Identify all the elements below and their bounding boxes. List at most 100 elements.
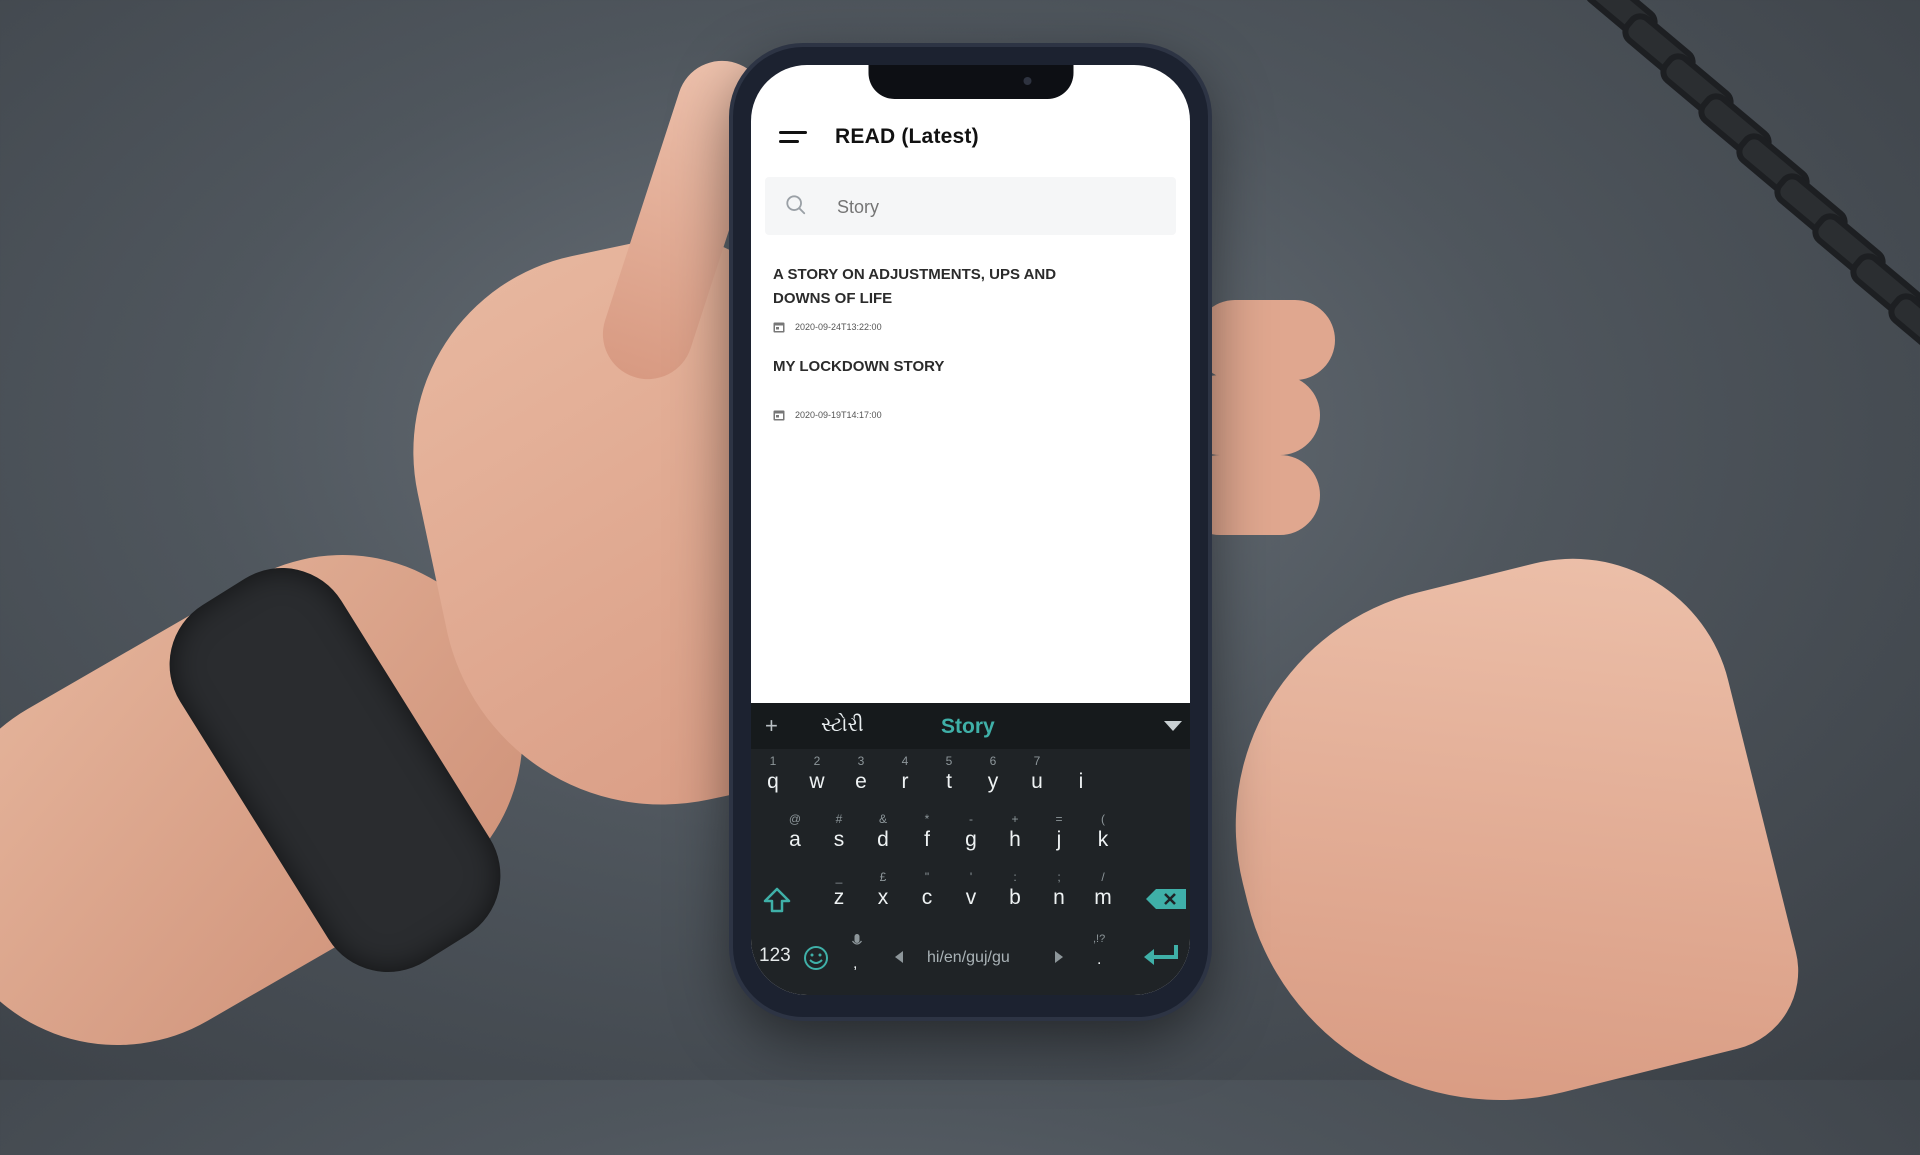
key-label: c [921, 886, 933, 909]
key-row-4: 123 , hi/en/guj/gu ,!? . [751, 929, 1190, 985]
key-label: k [1097, 828, 1109, 851]
add-icon[interactable]: + [765, 713, 778, 739]
key-label: x [877, 886, 889, 909]
key-q[interactable]: 1q [754, 753, 792, 809]
key-alt-label: # [835, 812, 843, 826]
key-g[interactable]: -g [952, 811, 990, 867]
key-label: v [965, 886, 977, 909]
shift-icon[interactable] [763, 887, 791, 913]
key-label: f [924, 828, 930, 851]
right-hand [1184, 524, 1816, 1155]
search-icon[interactable] [785, 194, 807, 216]
key-d[interactable]: & d [864, 811, 902, 867]
key-label: r [901, 770, 909, 793]
punctuation-alt: ,!? [1093, 933, 1106, 945]
story-title: MY LOCKDOWN STORY [773, 358, 945, 375]
key-alt-label [1062, 753, 1100, 769]
key-row-1: 1q2w3e4r5t6y7ui [751, 753, 1190, 809]
suggestion-gujarati[interactable]: સ્ટોરી [821, 714, 864, 737]
key-alt-label: * [924, 812, 930, 826]
menu-icon[interactable] [779, 131, 807, 145]
key-a[interactable]: @ a [776, 811, 814, 867]
app-bar: READ (Latest) [751, 115, 1190, 159]
key-label: t [946, 770, 952, 793]
key-label: e [855, 770, 867, 793]
key-u[interactable]: 7u [1018, 753, 1056, 809]
key-c[interactable]: " c [908, 869, 946, 925]
key-alt-label: + [1011, 812, 1019, 826]
story-date: 2020-09-19T14:17:00 [795, 410, 882, 420]
key-label: u [1031, 770, 1043, 793]
key-alt-label: 1 [769, 754, 777, 768]
backspace-icon[interactable] [1146, 889, 1186, 909]
language-switch[interactable]: hi/en/guj/gu [927, 949, 1010, 967]
search-bar [765, 177, 1176, 237]
numbers-key[interactable]: 123 [759, 945, 791, 967]
key-alt-label: : [1013, 870, 1017, 884]
key-j[interactable]: = j [1040, 811, 1078, 867]
key-t[interactable]: 5t [930, 753, 968, 809]
key-label: h [1009, 828, 1021, 851]
key-label: n [1053, 886, 1065, 909]
key-b[interactable]: :b [996, 869, 1034, 925]
key-label: q [767, 770, 779, 793]
story-item[interactable]: A STORY ON ADJUSTMENTS, UPS AND DOWNS OF… [773, 263, 1168, 333]
key-alt-label: / [1101, 870, 1105, 884]
arrow-right-icon[interactable] [1055, 951, 1063, 963]
key-label: w [809, 770, 825, 793]
search-input[interactable] [835, 177, 1139, 237]
key-row-2: @ a # s & d * f - g + h = j(k [751, 811, 1190, 867]
key-label: b [1009, 886, 1021, 909]
enter-icon[interactable] [1142, 943, 1180, 967]
phone: READ (Latest) A STORY ON ADJUSTMENTS, UP… [733, 47, 1208, 1017]
microphone-icon[interactable] [851, 933, 863, 949]
key-label: s [833, 828, 845, 851]
key-label: i [1078, 770, 1084, 793]
key-alt-label: & [878, 812, 887, 826]
key-label: j [1056, 828, 1062, 851]
emoji-icon[interactable] [803, 945, 829, 971]
key-alt-label: " [924, 870, 930, 884]
suggestion-bar: + સ્ટોરી Story [751, 703, 1190, 749]
key-m[interactable]: / m [1084, 869, 1122, 925]
key-y[interactable]: 6y [974, 753, 1012, 809]
key-r[interactable]: 4r [886, 753, 924, 809]
comma-key[interactable]: , [853, 955, 857, 973]
collapse-keyboard-icon[interactable] [1164, 721, 1182, 731]
key-alt-label: ( [1101, 812, 1105, 826]
key-s[interactable]: # s [820, 811, 858, 867]
key-alt-label: ; [1057, 870, 1061, 884]
key-label: y [987, 770, 999, 793]
key-alt-label: 4 [901, 754, 909, 768]
finger [1195, 300, 1335, 380]
key-alt-label: - [969, 812, 973, 826]
key-i[interactable]: i [1062, 753, 1100, 809]
key-k[interactable]: (k [1084, 811, 1122, 867]
key-w[interactable]: 2w [798, 753, 836, 809]
key-alt-label: _ [835, 870, 843, 884]
key-v[interactable]: ' v [952, 869, 990, 925]
story-date-row: 2020-09-19T14:17:00 [773, 409, 1168, 421]
page-title: READ (Latest) [835, 125, 979, 148]
camera-dot [1023, 77, 1031, 85]
story-date-row: 2020-09-24T13:22:00 [773, 321, 1168, 333]
key-h[interactable]: + h [996, 811, 1034, 867]
key-label: g [965, 828, 977, 851]
key-e[interactable]: 3e [842, 753, 880, 809]
key-alt-label: 3 [857, 754, 865, 768]
phone-screen: READ (Latest) A STORY ON ADJUSTMENTS, UP… [751, 65, 1190, 995]
story-item[interactable]: MY LOCKDOWN STORY 2020-09-19T14:17:00 [773, 355, 1168, 421]
key-label: m [1094, 886, 1112, 909]
story-date: 2020-09-24T13:22:00 [795, 322, 882, 332]
key-z[interactable]: _ z [820, 869, 858, 925]
key-alt-label: 5 [945, 754, 953, 768]
key-alt-label: 7 [1033, 754, 1041, 768]
notebook-spiral [1560, 0, 1920, 360]
key-n[interactable]: ; n [1040, 869, 1078, 925]
arrow-left-icon[interactable] [895, 951, 903, 963]
key-x[interactable]: £ x [864, 869, 902, 925]
period-key[interactable]: . [1097, 951, 1101, 969]
key-f[interactable]: * f [908, 811, 946, 867]
suggestion-primary[interactable]: Story [941, 715, 995, 739]
key-alt-label: 6 [989, 754, 997, 768]
